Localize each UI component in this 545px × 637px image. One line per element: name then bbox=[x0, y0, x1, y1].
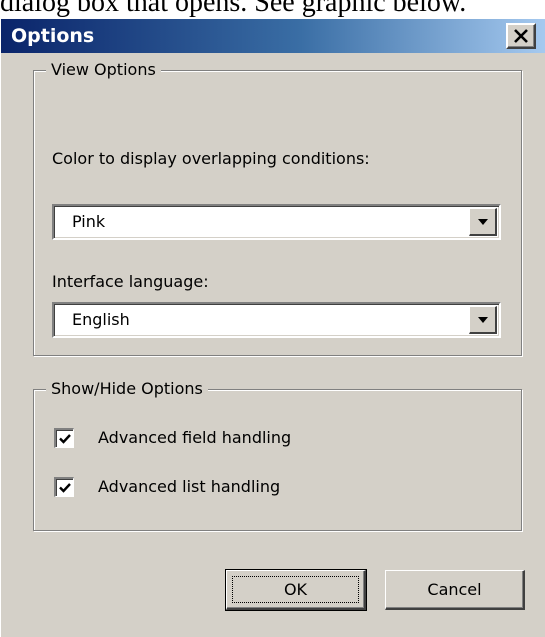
cancel-button-label: Cancel bbox=[427, 579, 482, 599]
advanced-field-handling-label[interactable]: Advanced field handling bbox=[98, 428, 291, 447]
advanced-list-handling-label[interactable]: Advanced list handling bbox=[98, 477, 280, 496]
chevron-down-icon bbox=[478, 317, 488, 323]
close-icon bbox=[514, 29, 528, 43]
chevron-down-icon bbox=[478, 219, 488, 225]
color-select-dropdown-button[interactable] bbox=[469, 208, 497, 236]
advanced-field-handling-checkbox[interactable] bbox=[54, 428, 74, 448]
color-select[interactable]: Pink bbox=[52, 204, 501, 240]
show-hide-options-group: Show/Hide Options bbox=[33, 378, 522, 531]
language-label: Interface language: bbox=[52, 272, 209, 291]
view-options-legend: View Options bbox=[46, 59, 161, 81]
checkmark-icon bbox=[59, 434, 71, 444]
ok-button[interactable]: OK bbox=[225, 569, 367, 611]
cancel-button[interactable]: Cancel bbox=[385, 570, 525, 610]
language-select[interactable]: English bbox=[52, 302, 501, 338]
advanced-list-handling-checkbox[interactable] bbox=[54, 477, 74, 497]
show-hide-options-legend: Show/Hide Options bbox=[46, 378, 208, 400]
color-label: Color to display overlapping conditions: bbox=[52, 149, 370, 168]
language-select-value: English bbox=[72, 310, 130, 329]
color-select-value: Pink bbox=[72, 212, 106, 231]
language-select-dropdown-button[interactable] bbox=[469, 306, 497, 334]
ok-button-label: OK bbox=[283, 579, 308, 599]
title-bar[interactable]: Options bbox=[1, 19, 545, 53]
close-button[interactable] bbox=[506, 23, 536, 49]
checkmark-icon bbox=[59, 483, 71, 493]
dialog-title: Options bbox=[11, 25, 95, 47]
options-dialog: Options View Options Color to display ov… bbox=[0, 19, 545, 637]
